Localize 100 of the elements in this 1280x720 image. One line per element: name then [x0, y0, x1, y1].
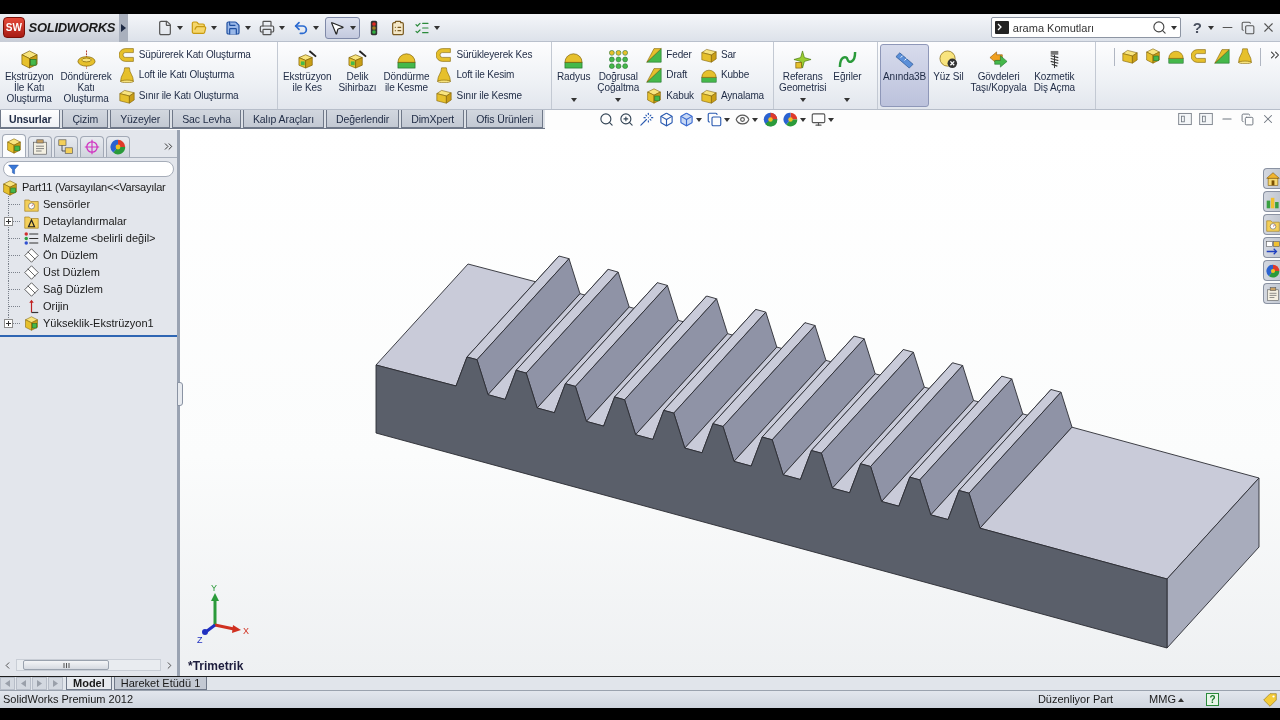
ribbon-button[interactable]: Feder — [644, 46, 696, 65]
ribbon-button[interactable]: Radyus — [554, 44, 594, 107]
color-wheel-icon[interactable] — [783, 112, 799, 127]
task-pane-tab[interactable] — [1263, 168, 1280, 189]
close-icon[interactable] — [1261, 20, 1276, 35]
ribbon-button[interactable]: Anında3B — [880, 44, 930, 107]
ribbon-button[interactable]: Sınır ile Kesme — [434, 86, 535, 105]
box-icon[interactable] — [436, 87, 453, 104]
ribbon-button[interactable]: Delik Sihirbazı — [335, 44, 380, 107]
caret-icon[interactable] — [844, 98, 851, 102]
cube-icon[interactable] — [347, 50, 367, 69]
restore-icon[interactable] — [1241, 112, 1254, 126]
dome-icon[interactable] — [564, 50, 584, 69]
ribbon-button[interactable]: Loft ile Katı Oluşturma — [116, 66, 253, 85]
ribbon-button[interactable]: Referans Geometrisi — [776, 44, 830, 107]
tree-item[interactable]: Ön Düzlem — [43, 249, 99, 262]
caret-icon[interactable] — [724, 117, 731, 122]
command-tab[interactable]: Ofis Ürünleri — [466, 110, 544, 128]
tree-item[interactable]: Yükseklik-Ekstrüzyon1 — [43, 317, 154, 330]
ribbon-button[interactable]: Kabuk — [644, 86, 696, 105]
caret-icon[interactable] — [615, 98, 622, 102]
cube-outline-icon[interactable] — [679, 112, 695, 127]
sparkle-icon[interactable] — [793, 50, 813, 69]
bottom-tab[interactable]: Hareket Etüdü 1 — [113, 677, 208, 690]
tree-item[interactable]: Detaylandırmalar — [43, 215, 127, 228]
bottom-tab[interactable]: Model — [66, 677, 112, 690]
search-icon[interactable] — [1151, 20, 1167, 35]
ribbon-button[interactable]: Sar — [698, 46, 766, 65]
ruler-icon[interactable] — [895, 50, 915, 69]
ribbon-button[interactable]: Ekstrüzyon İle Katı Oluşturma — [2, 44, 57, 107]
ribbon-button[interactable]: Sürükleyerek Kes — [434, 46, 535, 65]
caret-icon[interactable] — [1208, 25, 1214, 30]
task-pane-tab[interactable] — [1263, 237, 1280, 258]
command-tab[interactable]: Unsurlar — [0, 110, 61, 128]
caret-icon[interactable] — [1170, 25, 1177, 30]
caret-icon[interactable] — [245, 25, 251, 30]
caret-icon[interactable] — [828, 117, 835, 122]
cube-icon[interactable] — [297, 50, 317, 69]
wand-icon[interactable] — [639, 112, 655, 127]
wedge-icon[interactable] — [1214, 48, 1230, 64]
filter-field[interactable] — [3, 161, 174, 177]
window-icon[interactable] — [1178, 112, 1192, 126]
command-tab[interactable]: Çizim — [62, 110, 109, 128]
ribbon-button[interactable]: Kozmetik Diş Açma — [1030, 44, 1079, 107]
ribbon-button[interactable]: Yüz Sil — [930, 44, 967, 107]
dots-grid-icon[interactable] — [608, 50, 628, 69]
bell-icon[interactable] — [1237, 48, 1253, 64]
c-shape-icon[interactable] — [1191, 48, 1207, 64]
tree-item[interactable]: Orijin — [43, 300, 69, 313]
color-wheel-icon[interactable] — [763, 112, 779, 127]
scrollbar-thumb[interactable] — [23, 660, 109, 670]
search-box[interactable]: arama Komutları — [990, 17, 1181, 38]
cursor-icon[interactable] — [329, 19, 345, 36]
help-button[interactable]: ? — [1192, 20, 1202, 35]
caret-icon[interactable] — [570, 98, 577, 102]
caret-icon[interactable] — [800, 117, 807, 122]
command-tab[interactable]: Kalıp Araçları — [242, 110, 324, 128]
caret-icon[interactable] — [752, 117, 759, 122]
box-icon[interactable] — [1122, 48, 1138, 64]
caret-icon[interactable] — [211, 25, 217, 30]
clipboard-icon[interactable] — [390, 19, 406, 36]
monitor-icon[interactable] — [811, 112, 827, 127]
box-icon[interactable] — [118, 87, 135, 104]
expand-toggle[interactable] — [4, 217, 13, 226]
c-shape-icon[interactable] — [436, 47, 453, 64]
ribbon-button[interactable]: Aynalama — [698, 86, 766, 105]
expand-toggle[interactable] — [4, 319, 13, 328]
bell-icon[interactable] — [118, 67, 135, 84]
scrollbar-track[interactable] — [16, 659, 161, 671]
dome-icon[interactable] — [1168, 48, 1184, 64]
caret-icon[interactable] — [799, 98, 806, 102]
search-input[interactable]: arama Komutları — [1012, 21, 1148, 34]
tree-item[interactable]: Malzeme <belirli değil> — [43, 232, 156, 245]
caret-icon[interactable] — [279, 25, 285, 30]
c-shape-icon[interactable] — [118, 47, 135, 64]
ribbon-button[interactable]: Döndürerek Katı Oluşturma — [57, 44, 115, 107]
circle-x-icon[interactable] — [938, 50, 958, 69]
select-button[interactable] — [325, 16, 360, 39]
command-tab[interactable]: Yüzeyler — [110, 110, 171, 128]
tree-item[interactable]: Sağ Düzlem — [43, 283, 103, 296]
ribbon-button[interactable]: Eğriler — [830, 44, 865, 107]
close-icon[interactable] — [1261, 112, 1275, 126]
double-chevron-icon[interactable] — [1268, 48, 1280, 62]
menu-arrow-button[interactable] — [119, 13, 128, 42]
ribbon-button[interactable]: Süpürerek Katı Oluşturma — [116, 46, 253, 65]
ribbon-button[interactable]: Döndürme ile Kesme — [380, 44, 433, 107]
ribbon-button[interactable]: Doğrusal Çoğaltma — [594, 44, 643, 107]
units-selector[interactable]: MMG — [1149, 693, 1176, 706]
caret-icon[interactable] — [696, 117, 703, 122]
task-pane-tab[interactable] — [1263, 260, 1280, 281]
help-button[interactable]: ? — [1206, 693, 1219, 706]
dome-icon[interactable] — [700, 67, 717, 84]
splitter-handle[interactable] — [177, 382, 183, 406]
tree-item[interactable]: Part11 (Varsayılan<<Varsayılar — [22, 181, 166, 194]
printer-icon[interactable] — [259, 19, 275, 36]
floppy-icon[interactable] — [225, 19, 241, 36]
caret-icon[interactable] — [313, 25, 319, 30]
bell-icon[interactable] — [436, 67, 453, 84]
magnifier-plus-icon[interactable] — [619, 112, 635, 127]
ribbon-button[interactable]: Loft ile Kesim — [434, 66, 535, 85]
